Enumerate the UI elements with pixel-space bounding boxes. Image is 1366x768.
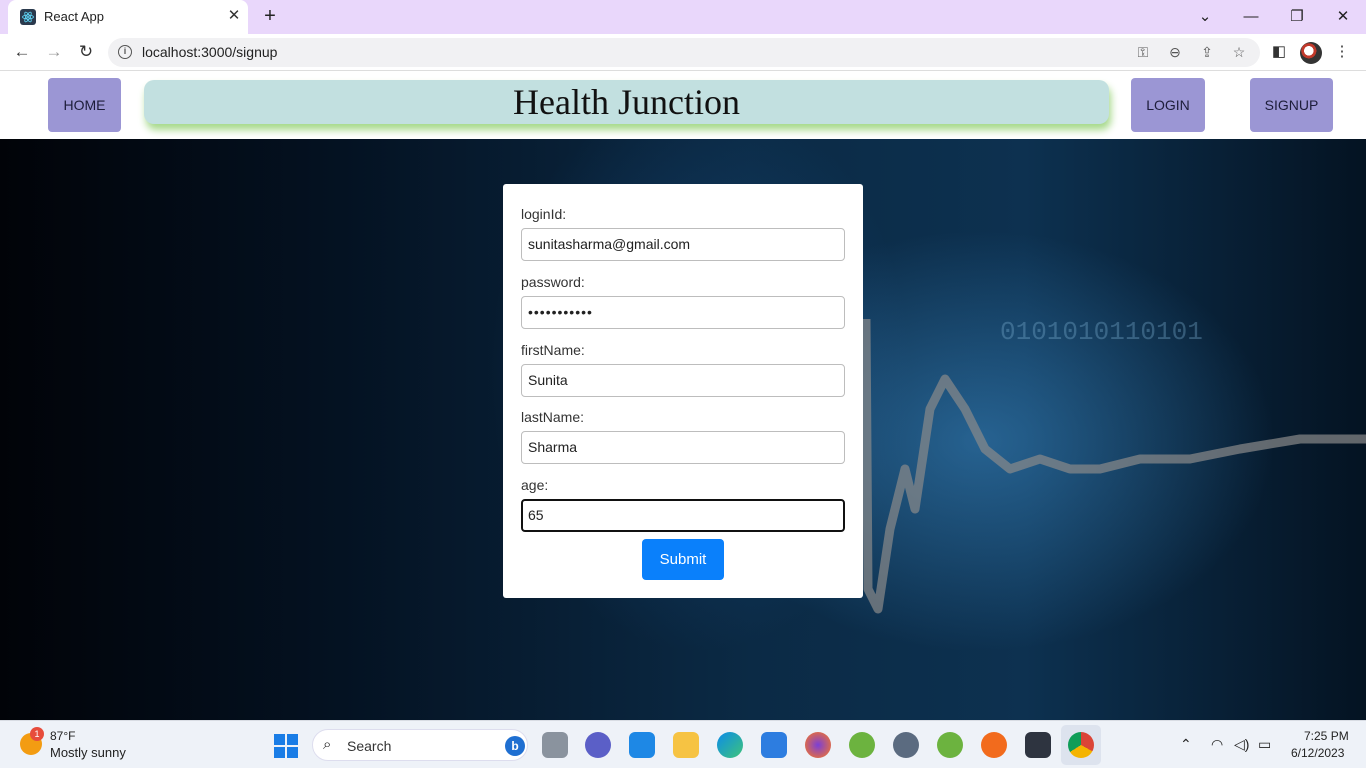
reload-icon[interactable]: ↻ [74, 40, 98, 64]
spring-tools-2-icon[interactable] [937, 732, 963, 758]
close-tab-icon[interactable]: ✕ [224, 6, 244, 26]
side-panel-icon[interactable]: ◧ [1267, 40, 1291, 64]
postman-icon[interactable] [981, 732, 1007, 758]
last-name-label: lastName: [521, 409, 585, 425]
settings-gear-icon[interactable] [893, 732, 919, 758]
show-hidden-icons-chevron-icon[interactable]: ⌃ [1180, 736, 1192, 753]
clock-time[interactable]: 7:25 PM [1304, 729, 1349, 743]
address-bar[interactable]: i localhost:3000/signup ⚿ ⊖ ⇪ ☆ [108, 38, 1260, 67]
search-icon: ⌕ [323, 736, 332, 753]
terminal-icon[interactable] [1025, 732, 1051, 758]
react-logo-icon [20, 9, 36, 25]
taskbar-search[interactable]: ⌕ Search b [312, 729, 528, 761]
brand-title: Health Junction [144, 80, 1109, 124]
profile-avatar[interactable] [1300, 42, 1322, 64]
first-name-label: firstName: [521, 342, 585, 358]
chrome-icon[interactable] [1068, 732, 1094, 758]
first-name-input[interactable]: Sunita [521, 364, 845, 397]
wifi-icon[interactable]: ◠ [1211, 736, 1223, 753]
bookmark-star-icon[interactable]: ☆ [1230, 43, 1248, 61]
weather-temp[interactable]: 87°F [50, 729, 75, 743]
url-text[interactable]: localhost:3000/signup [142, 44, 277, 60]
zoom-icon[interactable]: ⊖ [1166, 43, 1184, 61]
windows-start-icon[interactable] [274, 734, 298, 758]
age-input[interactable]: 65 [521, 499, 845, 532]
login-id-label: loginId: [521, 206, 567, 222]
signup-form: loginId: sunitasharma@gmail.com password… [503, 184, 863, 598]
tab-search-chevron-icon[interactable]: ⌄ [1193, 5, 1217, 29]
svg-text:0101010110101: 0101010110101 [1000, 317, 1203, 347]
minimize-icon[interactable]: — [1239, 5, 1263, 29]
browser-toolbar: ← → ↻ i localhost:3000/signup ⚿ ⊖ ⇪ ☆ ◧ … [0, 34, 1366, 71]
last-name-input[interactable]: Sharma [521, 431, 845, 464]
tab-title: React App [44, 9, 104, 24]
weather-badge: 1 [30, 727, 44, 741]
firefox-icon[interactable] [805, 732, 831, 758]
forward-icon[interactable]: → [42, 40, 66, 64]
restore-icon[interactable]: ❐ [1285, 5, 1309, 29]
login-id-input[interactable]: sunitasharma@gmail.com [521, 228, 845, 261]
clock-date[interactable]: 6/12/2023 [1291, 746, 1344, 760]
browser-tab-strip: React App ✕ + ⌄ — ❐ ✕ [0, 0, 1366, 34]
windows-taskbar: 1 87°F Mostly sunny ⌕ Search b ⌃ ◠ ◁) ▭ … [0, 720, 1366, 768]
home-nav-button[interactable]: HOME [48, 78, 121, 132]
edge-icon[interactable] [717, 732, 743, 758]
new-tab-icon[interactable]: + [260, 6, 280, 26]
close-window-icon[interactable]: ✕ [1331, 5, 1355, 29]
password-label: password: [521, 274, 585, 290]
share-icon[interactable]: ⇪ [1198, 43, 1216, 61]
taskbar-search-text: Search [347, 738, 392, 754]
file-explorer-icon[interactable] [673, 732, 699, 758]
site-header: HOME Health Junction LOGIN SIGNUP [0, 71, 1366, 139]
weather-desc[interactable]: Mostly sunny [50, 745, 126, 760]
submit-button[interactable]: Submit [642, 539, 724, 580]
password-input[interactable]: ••••••••••• [521, 296, 845, 329]
volume-icon[interactable]: ◁) [1234, 736, 1249, 753]
menu-kebab-icon[interactable]: ⋮ [1330, 40, 1354, 64]
spring-tools-icon[interactable] [849, 732, 875, 758]
back-icon[interactable]: ← [10, 40, 34, 64]
key-icon[interactable]: ⚿ [1134, 43, 1152, 61]
login-nav-button[interactable]: LOGIN [1131, 78, 1205, 132]
site-info-icon[interactable]: i [118, 45, 132, 59]
teams-chat-icon[interactable] [585, 732, 611, 758]
ms-store-icon[interactable] [761, 732, 787, 758]
vscode-icon[interactable] [629, 732, 655, 758]
age-label: age: [521, 477, 549, 493]
battery-icon[interactable]: ▭ [1258, 736, 1271, 753]
task-view-icon[interactable] [542, 732, 568, 758]
bing-icon[interactable]: b [505, 736, 525, 756]
page-viewport: 0101010110101 HOME Health Junction LOGIN… [0, 71, 1366, 720]
browser-tab[interactable]: React App ✕ [8, 0, 248, 34]
signup-nav-button[interactable]: SIGNUP [1250, 78, 1333, 132]
